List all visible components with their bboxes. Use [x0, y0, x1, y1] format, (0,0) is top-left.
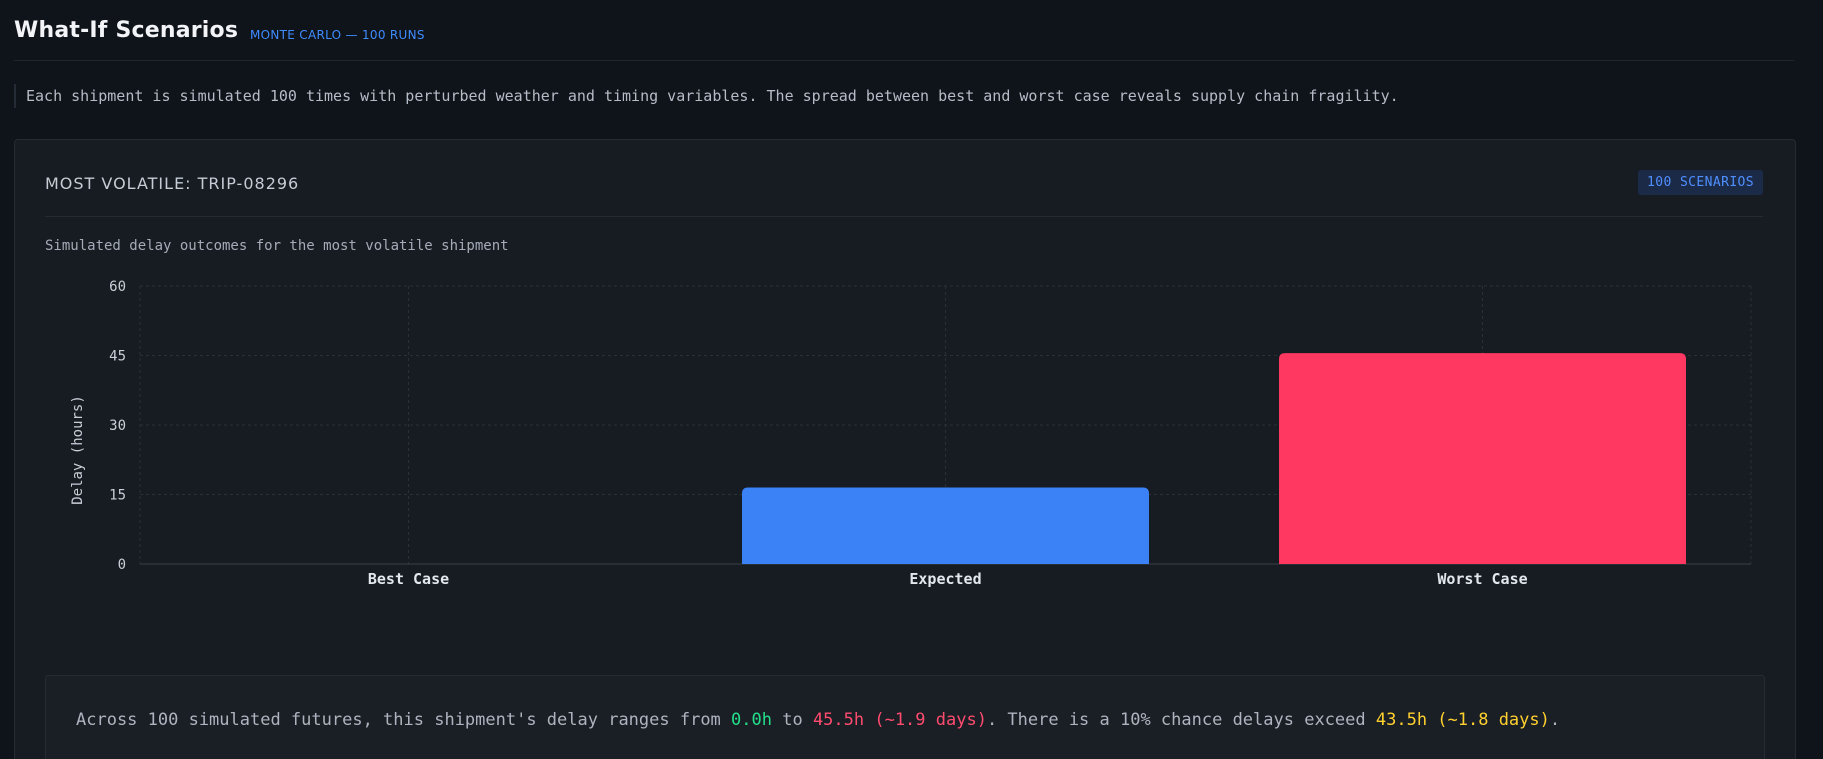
- page-header: What-If Scenarios MONTE CARLO — 100 RUNS: [14, 18, 1794, 61]
- insight-prefix: Across 100 simulated futures, this shipm…: [76, 710, 732, 730]
- y-tick-label: 15: [109, 488, 126, 504]
- bar-expected: [742, 487, 1149, 564]
- y-tick-label: 0: [118, 557, 126, 573]
- insight-to: to: [771, 710, 813, 730]
- card-header: MOST VOLATILE: TRIP-08296 100 SCENARIOS: [45, 140, 1763, 217]
- chart-bars: [742, 353, 1686, 564]
- best-case-value: 0.0h: [731, 710, 772, 730]
- page-title: What-If Scenarios: [14, 18, 239, 43]
- scenario-count-badge: 100 SCENARIOS: [1638, 170, 1763, 195]
- x-tick-label: Best Case: [368, 570, 449, 588]
- card-title: MOST VOLATILE: TRIP-08296: [45, 174, 300, 193]
- insight-middle: . There is a 10% chance delays exceed: [986, 710, 1376, 730]
- chart-caption: Simulated delay outcomes for the most vo…: [45, 238, 509, 254]
- page-description: Each shipment is simulated 100 times wit…: [14, 84, 1399, 108]
- monte-carlo-badge: MONTE CARLO — 100 RUNS: [250, 28, 425, 42]
- y-tick-label: 60: [109, 280, 126, 295]
- worst-case-value: 45.5h (~1.9 days): [812, 710, 987, 730]
- volatility-card: MOST VOLATILE: TRIP-08296 100 SCENARIOS …: [14, 139, 1796, 759]
- x-tick-label: Expected: [909, 570, 981, 588]
- y-tick-label: 30: [109, 418, 126, 434]
- x-axis-ticks: Best Case Expected Worst Case: [368, 570, 1528, 588]
- insight-box: Across 100 simulated futures, this shipm…: [45, 675, 1765, 759]
- insight-suffix: .: [1549, 710, 1561, 730]
- insight-text: Across 100 simulated futures, this shipm…: [76, 710, 1560, 730]
- y-tick-label: 45: [109, 349, 126, 365]
- p90-value: 43.5h (~1.8 days): [1375, 710, 1550, 730]
- y-axis-ticks: 0 15 30 45 60: [109, 280, 126, 573]
- x-tick-label: Worst Case: [1437, 570, 1527, 588]
- bar-worst-case: [1279, 353, 1686, 564]
- y-axis-label: Delay (hours): [70, 395, 86, 505]
